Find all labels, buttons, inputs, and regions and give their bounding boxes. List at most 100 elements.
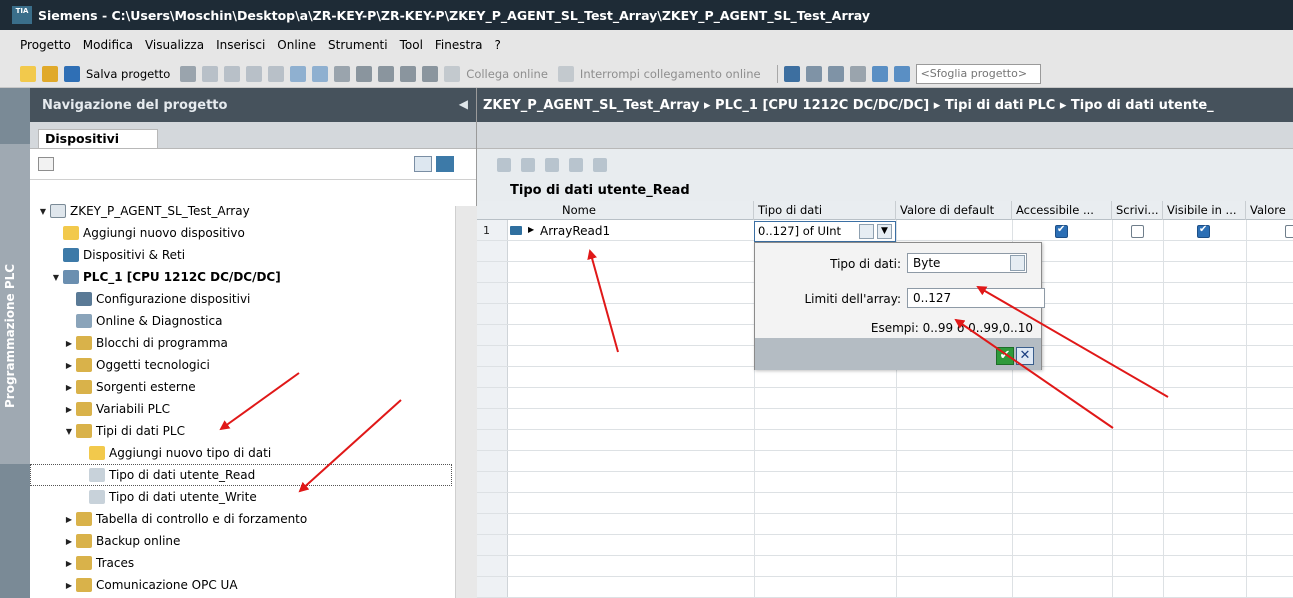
- print-icon[interactable]: [180, 65, 197, 82]
- cancel-button[interactable]: ✕: [1016, 347, 1034, 365]
- simulation-icon[interactable]: [422, 65, 439, 82]
- tree-item[interactable]: ▶ Traces: [30, 552, 452, 574]
- tree-item[interactable]: ▶ Variabili PLC: [30, 398, 452, 420]
- new-project-icon[interactable]: [20, 65, 36, 82]
- expand-all-icon[interactable]: [545, 158, 559, 172]
- column-valore-default[interactable]: Valore di default: [896, 201, 1012, 220]
- tab-dispositivi[interactable]: Dispositivi: [38, 129, 158, 149]
- confirm-button[interactable]: ✔: [996, 347, 1014, 365]
- data-type-cell[interactable]: 0..127] of UInt ▼: [754, 221, 896, 242]
- array-dialog-button[interactable]: [859, 224, 874, 239]
- copy-icon[interactable]: [224, 65, 241, 82]
- expand-arrow-icon[interactable]: ▶: [64, 537, 74, 546]
- add-row-icon[interactable]: [521, 158, 535, 172]
- column-scrivibile[interactable]: Scrivi...: [1112, 201, 1163, 220]
- collapse-arrow-icon[interactable]: ▼: [51, 273, 61, 282]
- save-icon[interactable]: [64, 65, 80, 82]
- split-horizontal-icon[interactable]: [871, 65, 888, 82]
- tree-item[interactable]: Tipo di dati utente_Write: [30, 486, 452, 508]
- project-tree-scrollbar[interactable]: [455, 206, 477, 598]
- tree-item[interactable]: ▼ ZKEY_P_AGENT_SL_Test_Array: [30, 200, 452, 222]
- insert-row-icon[interactable]: [497, 158, 511, 172]
- menu-modifica[interactable]: Modifica: [83, 38, 133, 52]
- column-visibile[interactable]: Visibile in ...: [1163, 201, 1246, 220]
- download-icon[interactable]: [378, 65, 395, 82]
- array-limits-input[interactable]: 0..127: [907, 288, 1045, 308]
- dropdown-arrow-icon[interactable]: ▼: [877, 224, 892, 239]
- setpoint-checkbox[interactable]: [1285, 225, 1293, 238]
- tree-item[interactable]: Online & Diagnostica: [30, 310, 452, 332]
- collapse-all-icon[interactable]: [569, 158, 583, 172]
- tree-item[interactable]: Dispositivi & Reti: [30, 244, 452, 266]
- delete-icon[interactable]: [268, 65, 285, 82]
- tree-item[interactable]: ▶ Oggetti tecnologici: [30, 354, 452, 376]
- collapse-arrow-icon[interactable]: ▼: [64, 427, 74, 436]
- menu-progetto[interactable]: Progetto: [20, 38, 71, 52]
- expand-arrow-icon[interactable]: ▶: [64, 383, 74, 392]
- tree-item[interactable]: ▶ Sorgenti esterne: [30, 376, 452, 398]
- redo-icon[interactable]: [312, 65, 329, 82]
- folder-icon: [76, 380, 92, 394]
- expand-arrow-icon[interactable]: ▶: [64, 339, 74, 348]
- menu-visualizza[interactable]: Visualizza: [145, 38, 204, 52]
- project-search-input[interactable]: [915, 63, 1041, 84]
- type-picker-button[interactable]: [1010, 255, 1025, 271]
- go-offline-icon[interactable]: [557, 65, 574, 82]
- tree-item[interactable]: ▶ Blocchi di programma: [30, 332, 452, 354]
- upload-icon[interactable]: [400, 65, 417, 82]
- menu-finestra[interactable]: Finestra: [435, 38, 483, 52]
- cross-reference-icon[interactable]: [849, 65, 866, 82]
- column-valore[interactable]: Valore: [1246, 201, 1293, 220]
- split-editor-icon[interactable]: [334, 65, 351, 82]
- plc-icon: [63, 270, 79, 284]
- expand-arrow-icon[interactable]: ▶: [64, 581, 74, 590]
- accessible-devices-icon[interactable]: [783, 65, 800, 82]
- tree-item[interactable]: Configurazione dispositivi: [30, 288, 452, 310]
- open-project-icon[interactable]: [42, 65, 58, 82]
- folder-icon: [76, 358, 92, 372]
- expand-arrow-icon[interactable]: ▶: [64, 361, 74, 370]
- go-online-button[interactable]: Collega online: [466, 67, 548, 81]
- expand-arrow-icon[interactable]: ▶: [64, 559, 74, 568]
- menu-inserisci[interactable]: Inserisci: [216, 38, 265, 52]
- tree-item[interactable]: ▶ Backup online: [30, 530, 452, 552]
- accessible-checkbox[interactable]: [1055, 224, 1068, 238]
- tree-item[interactable]: Aggiungi nuovo dispositivo: [30, 222, 452, 244]
- column-tipo-di-dati[interactable]: Tipo di dati: [754, 201, 896, 220]
- start-cpu-icon[interactable]: [805, 65, 822, 82]
- element-type-input[interactable]: Byte: [907, 253, 1027, 273]
- element-name-cell[interactable]: ArrayRead1: [540, 222, 610, 241]
- menu-tool[interactable]: Tool: [400, 38, 423, 52]
- list-view-icon[interactable]: [593, 158, 607, 172]
- menu-online[interactable]: Online: [277, 38, 316, 52]
- tree-item[interactable]: Aggiungi nuovo tipo di dati: [30, 442, 452, 464]
- tree-item[interactable]: ▶ Tabella di controllo e di forzamento: [30, 508, 452, 530]
- tree-item[interactable]: ▼ Tipi di dati PLC: [30, 420, 452, 442]
- show-overview-icon[interactable]: [38, 157, 54, 171]
- expand-arrow-icon[interactable]: ▶: [528, 225, 534, 234]
- menu-strumenti[interactable]: Strumenti: [328, 38, 388, 52]
- stop-cpu-icon[interactable]: [827, 65, 844, 82]
- overview-view-icon[interactable]: [414, 156, 432, 172]
- go-offline-button[interactable]: Interrompi collegamento online: [580, 67, 761, 81]
- tree-item[interactable]: ▶ Comunicazione OPC UA: [30, 574, 452, 596]
- column-accessibile[interactable]: Accessibile ...: [1012, 201, 1112, 220]
- cut-icon[interactable]: [202, 65, 219, 82]
- tree-item[interactable]: Tipo di dati utente_Read: [30, 464, 452, 486]
- visible-checkbox[interactable]: [1197, 224, 1210, 238]
- collapse-arrow-icon[interactable]: ▼: [38, 207, 48, 216]
- expand-arrow-icon[interactable]: ▶: [64, 515, 74, 524]
- add-new-icon[interactable]: [436, 156, 454, 172]
- column-nome[interactable]: Nome: [508, 201, 754, 220]
- split-vertical-icon[interactable]: [893, 65, 910, 82]
- expand-arrow-icon[interactable]: ▶: [64, 405, 74, 414]
- undo-icon[interactable]: [290, 65, 307, 82]
- collapse-panel-icon[interactable]: ◀: [459, 97, 468, 111]
- save-button[interactable]: Salva progetto: [86, 67, 170, 81]
- menu-help[interactable]: ?: [495, 38, 501, 52]
- writable-checkbox[interactable]: [1131, 225, 1144, 238]
- compile-icon[interactable]: [356, 65, 373, 82]
- go-online-icon[interactable]: [444, 65, 461, 82]
- paste-icon[interactable]: [246, 65, 263, 82]
- tree-item[interactable]: ▼ PLC_1 [CPU 1212C DC/DC/DC]: [30, 266, 452, 288]
